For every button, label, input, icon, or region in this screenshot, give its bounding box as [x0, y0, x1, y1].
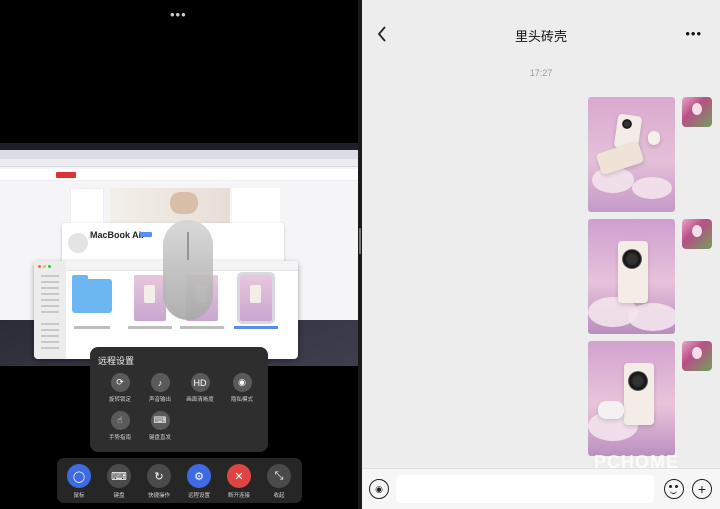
chat-title: 里头砖壳	[514, 29, 567, 44]
resolution-icon: HD	[190, 373, 210, 392]
chat-header: 里头砖壳 •••	[362, 0, 720, 56]
browser-site-nav	[0, 169, 358, 181]
finder-sidebar	[34, 261, 66, 359]
site-logo	[56, 172, 76, 178]
control-label: 快捷操作	[147, 493, 170, 499]
remote-option-label: 键盘直发	[148, 435, 171, 441]
remote-option-label: 旋转锁定	[108, 397, 131, 403]
avatar[interactable]	[682, 219, 712, 249]
remote-desktop-pane: ••• MacBook Air 远程设置 ⟳ 旋转锁定 ♪ 声音输出 HD 画面…	[0, 0, 358, 509]
browser-url-bar	[0, 159, 358, 167]
keyboard-icon: ⌨	[107, 464, 131, 488]
control-label: 鼠标	[73, 493, 85, 499]
disconnect-icon: ✕	[227, 464, 251, 488]
control-button-0[interactable]: ◯ 鼠标	[62, 464, 96, 499]
remote-control-bar: ◯ 鼠标 ⌨ 键盘 ↻ 快捷操作 ⚙ 远程设置 ✕ 断开连接 ⤡ 收起	[57, 458, 302, 503]
file-thumbnail-selected	[240, 275, 272, 321]
remote-option-3[interactable]: ◉ 隐私模式	[220, 373, 264, 403]
mouse-icon: ◯	[67, 464, 91, 488]
control-button-5[interactable]: ⤡ 收起	[262, 464, 296, 499]
browser-tabs	[0, 150, 358, 159]
mac-menubar	[0, 143, 358, 150]
hero-hand-image	[170, 192, 198, 214]
control-label: 断开连接	[227, 493, 250, 499]
profile-badge	[140, 232, 152, 237]
file-thumbnail	[134, 275, 166, 321]
image-message[interactable]	[588, 97, 675, 212]
control-label: 键盘	[113, 493, 125, 499]
remote-settings-title: 远程设置	[98, 356, 135, 366]
keyboard-direct-icon: ⌨	[150, 411, 170, 430]
split-screen: ••• MacBook Air 远程设置 ⟳ 旋转锁定 ♪ 声音输出 HD 画面…	[0, 0, 720, 509]
remote-option-label: 手势指南	[108, 435, 131, 441]
remote-option-label: 画面清晰度	[186, 397, 214, 403]
control-button-3[interactable]: ⚙ 远程设置	[182, 464, 216, 499]
chat-pane: 里头砖壳 ••• 17:27 PCHOME ◉ +	[362, 0, 720, 509]
touchpad-mouse-overlay[interactable]	[163, 220, 213, 320]
voice-input-icon[interactable]: ◉	[369, 479, 389, 499]
control-label: 收起	[273, 493, 285, 499]
privacy-icon: ◉	[232, 373, 252, 392]
remote-option-0[interactable]: ⟳ 旋转锁定	[98, 373, 142, 403]
message-input[interactable]	[396, 475, 654, 503]
collapse-icon: ⤡	[267, 464, 291, 488]
more-options-icon[interactable]: •••	[685, 26, 702, 41]
folder-icon	[72, 275, 112, 313]
chat-input-bar: ◉ +	[362, 468, 720, 509]
control-button-1[interactable]: ⌨ 键盘	[102, 464, 136, 499]
remote-option-2[interactable]: HD 画面清晰度	[178, 373, 222, 403]
gesture-icon: ☝	[110, 411, 130, 430]
control-button-2[interactable]: ↻ 快捷操作	[142, 464, 176, 499]
image-message[interactable]	[588, 341, 675, 456]
divider-grip[interactable]	[359, 228, 361, 254]
remote-settings-popup: 远程设置 ⟳ 旋转锁定 ♪ 声音输出 HD 画面清晰度 ◉ 隐私模式 ☝ 手势指南 ⌨ 键盘直发	[90, 347, 268, 452]
control-button-4[interactable]: ✕ 断开连接	[222, 464, 256, 499]
remote-option-4[interactable]: ☝ 手势指南	[98, 411, 142, 441]
image-message[interactable]	[588, 219, 675, 334]
profile-name: MacBook Air	[90, 230, 145, 240]
more-actions-plus-icon[interactable]: +	[692, 479, 712, 499]
pane-handle-icon[interactable]: •••	[170, 7, 187, 22]
rotate-lock-icon: ⟳	[110, 373, 130, 392]
avatar[interactable]	[682, 97, 712, 127]
remote-option-label: 声音输出	[148, 397, 171, 403]
sound-output-icon: ♪	[150, 373, 170, 392]
control-label: 远程设置	[187, 493, 210, 499]
emoji-icon[interactable]	[664, 479, 684, 499]
settings-icon: ⚙	[187, 464, 211, 488]
profile-avatar	[68, 233, 88, 253]
message-timestamp: 17:27	[529, 68, 553, 78]
remote-option-5[interactable]: ⌨ 键盘直发	[138, 411, 182, 441]
quick-action-icon: ↻	[147, 464, 171, 488]
remote-option-label: 隐私模式	[230, 397, 253, 403]
remote-option-1[interactable]: ♪ 声音输出	[138, 373, 182, 403]
avatar[interactable]	[682, 341, 712, 371]
